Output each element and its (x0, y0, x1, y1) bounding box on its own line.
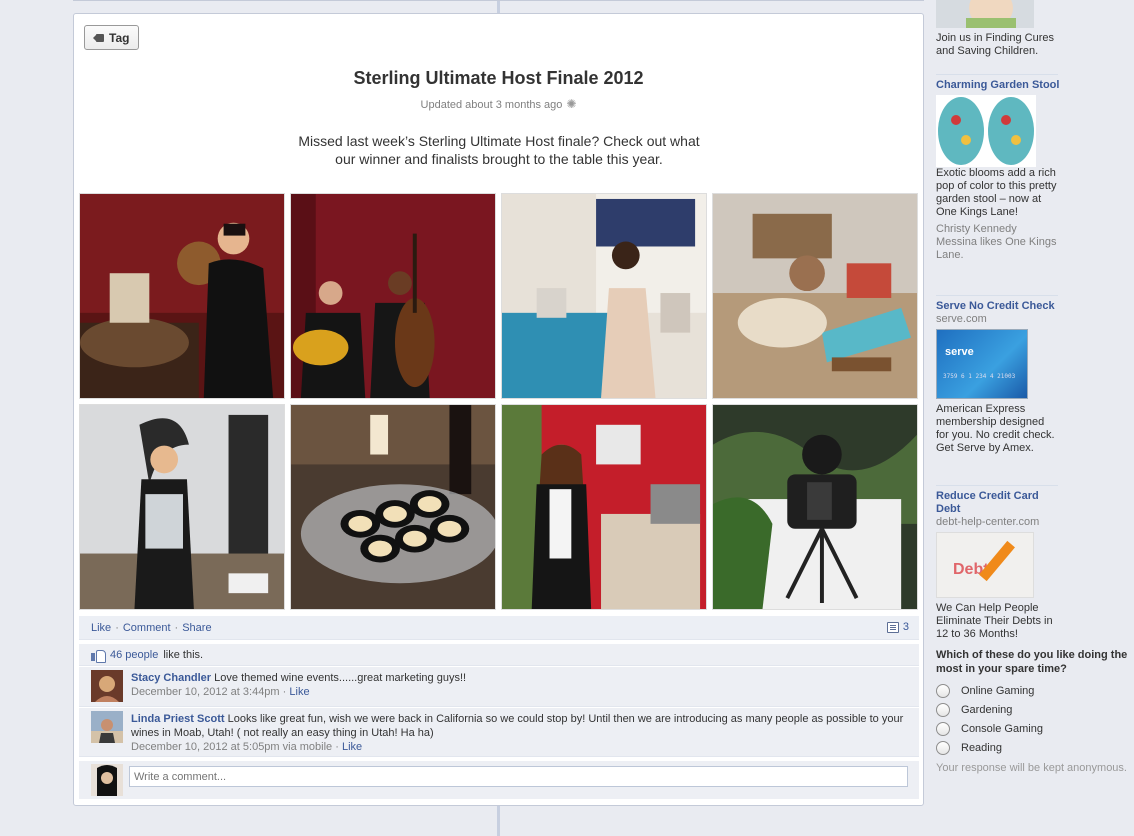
album-photo-6[interactable] (290, 404, 496, 610)
ad-item[interactable]: Reduce Credit Card Debt debt-help-center… (936, 490, 1060, 641)
write-comment-row (79, 761, 919, 799)
likes-summary: 46 people like this. (79, 644, 919, 666)
likes-suffix: like this. (163, 648, 204, 661)
timeline-line (497, 806, 500, 836)
tag-icon (93, 33, 104, 42)
comment-text: Looks like great fun, wish we were back … (131, 713, 904, 739)
comment-item: Linda Priest Scott Looks like great fun,… (79, 708, 919, 757)
likes-count-link[interactable]: 46 people (110, 649, 158, 661)
comment-like-link[interactable]: Like (342, 741, 362, 753)
ad-item[interactable]: Serve No Credit Check serve.com serve 37… (936, 300, 1060, 455)
comment-icon (886, 621, 899, 633)
share-link[interactable]: Share (182, 622, 211, 634)
separator: · (335, 741, 342, 753)
tag-button[interactable]: Tag (84, 25, 140, 50)
comment-item: Stacy Chandler Love themed wine events..… (79, 667, 919, 707)
comment-timestamp[interactable]: December 10, 2012 at 3:44pm (131, 686, 280, 698)
separator: · (174, 621, 179, 634)
divider (73, 0, 924, 1)
ad-text: Exotic blooms add a rich pop of color to… (936, 167, 1057, 218)
ad-text: We Can Help People Eliminate Their Debts… (936, 602, 1053, 640)
poll-option-label: Gardening (961, 703, 1013, 716)
poll-option-label: Online Gaming (961, 684, 1035, 697)
ad-title[interactable]: Charming Garden Stool (936, 79, 1060, 92)
radio-button[interactable] (936, 722, 950, 736)
comment-link[interactable]: Comment (123, 622, 171, 634)
album-photo-8[interactable] (712, 404, 918, 610)
album-photo-2[interactable] (290, 193, 496, 399)
divider (936, 485, 1058, 486)
card-number: 3759 6 1 234 4 21003 (943, 373, 1016, 380)
ad-image[interactable] (936, 95, 1036, 167)
poll-option-label: Console Gaming (961, 722, 1043, 735)
post-description: Missed last week’s Sterling Ultimate Hos… (298, 133, 700, 167)
timeline-post: Tag Sterling Ultimate Host Finale 2012 U… (73, 13, 924, 806)
album-photo-1[interactable] (79, 193, 285, 399)
ad-image[interactable]: Debt (936, 532, 1034, 598)
poll-option[interactable]: Online Gaming (936, 684, 1034, 698)
separator: · (115, 621, 119, 634)
ad-image[interactable]: serve 3759 6 1 234 4 21003 (936, 329, 1028, 399)
radio-button[interactable] (936, 741, 950, 755)
comment-count[interactable]: 3 (886, 621, 909, 633)
comment-author[interactable]: Stacy Chandler (131, 672, 211, 684)
comment-timestamp[interactable]: December 10, 2012 at 5:05pm via mobile (131, 741, 332, 753)
post-actions: Like · Comment · Share 3 (79, 616, 919, 640)
ad-item[interactable]: Charming Garden Stool Exotic blooms add … (936, 79, 1060, 262)
updated-text: Updated about 3 months ago (420, 99, 563, 111)
comment-count-value: 3 (902, 621, 909, 633)
ad-text: American Express membership designed for… (936, 403, 1055, 454)
poll-option[interactable]: Reading (936, 741, 1002, 755)
like-link[interactable]: Like (91, 622, 111, 634)
avatar (91, 764, 123, 796)
poll-note: Your response will be kept anonymous. (936, 762, 1127, 774)
divider (936, 295, 1058, 296)
ad-domain: serve.com (936, 313, 987, 325)
poll-option-label: Reading (961, 741, 1002, 754)
tag-button-label: Tag (109, 30, 130, 45)
avatar[interactable] (91, 670, 123, 702)
radio-button[interactable] (936, 684, 950, 698)
ad-social-context: Christy Kennedy Messina likes One Kings … (936, 223, 1057, 261)
comment-like-link[interactable]: Like (289, 686, 309, 698)
ad-title[interactable]: Serve No Credit Check (936, 300, 1060, 313)
thumbs-up-icon (91, 648, 106, 663)
album-photo-7[interactable] (501, 404, 707, 610)
avatar[interactable] (91, 711, 123, 743)
gear-icon[interactable]: ✺ (566, 97, 576, 111)
timeline-line (497, 0, 500, 13)
ad-text: Join us in Finding Cures and Saving Chil… (936, 32, 1055, 57)
post-updated: Updated about 3 months ago ✺ (74, 97, 923, 111)
album-photo-4[interactable] (712, 193, 918, 399)
ad-domain: debt-help-center.com (936, 516, 1040, 528)
divider (936, 74, 1058, 75)
album-photo-3[interactable] (501, 193, 707, 399)
post-title: Sterling Ultimate Host Finale 2012 (353, 68, 644, 88)
poll-question: Which of these do you like doing the mos… (936, 649, 1128, 675)
ad-image[interactable] (936, 0, 1034, 28)
poll-option[interactable]: Gardening (936, 703, 1012, 717)
album-photo-5[interactable] (79, 404, 285, 610)
ads-sidebar: Join us in Finding Cures and Saving Chil… (936, 0, 1134, 836)
comment-author[interactable]: Linda Priest Scott (131, 713, 225, 725)
comment-text: Love themed wine events......great marke… (214, 672, 467, 684)
card-logo-text: serve (945, 346, 974, 358)
radio-button[interactable] (936, 703, 950, 717)
comment-input[interactable] (129, 766, 908, 787)
poll-option[interactable]: Console Gaming (936, 722, 1043, 736)
ad-item[interactable]: Join us in Finding Cures and Saving Chil… (936, 0, 1060, 58)
ad-title[interactable]: Reduce Credit Card Debt (936, 490, 1060, 516)
